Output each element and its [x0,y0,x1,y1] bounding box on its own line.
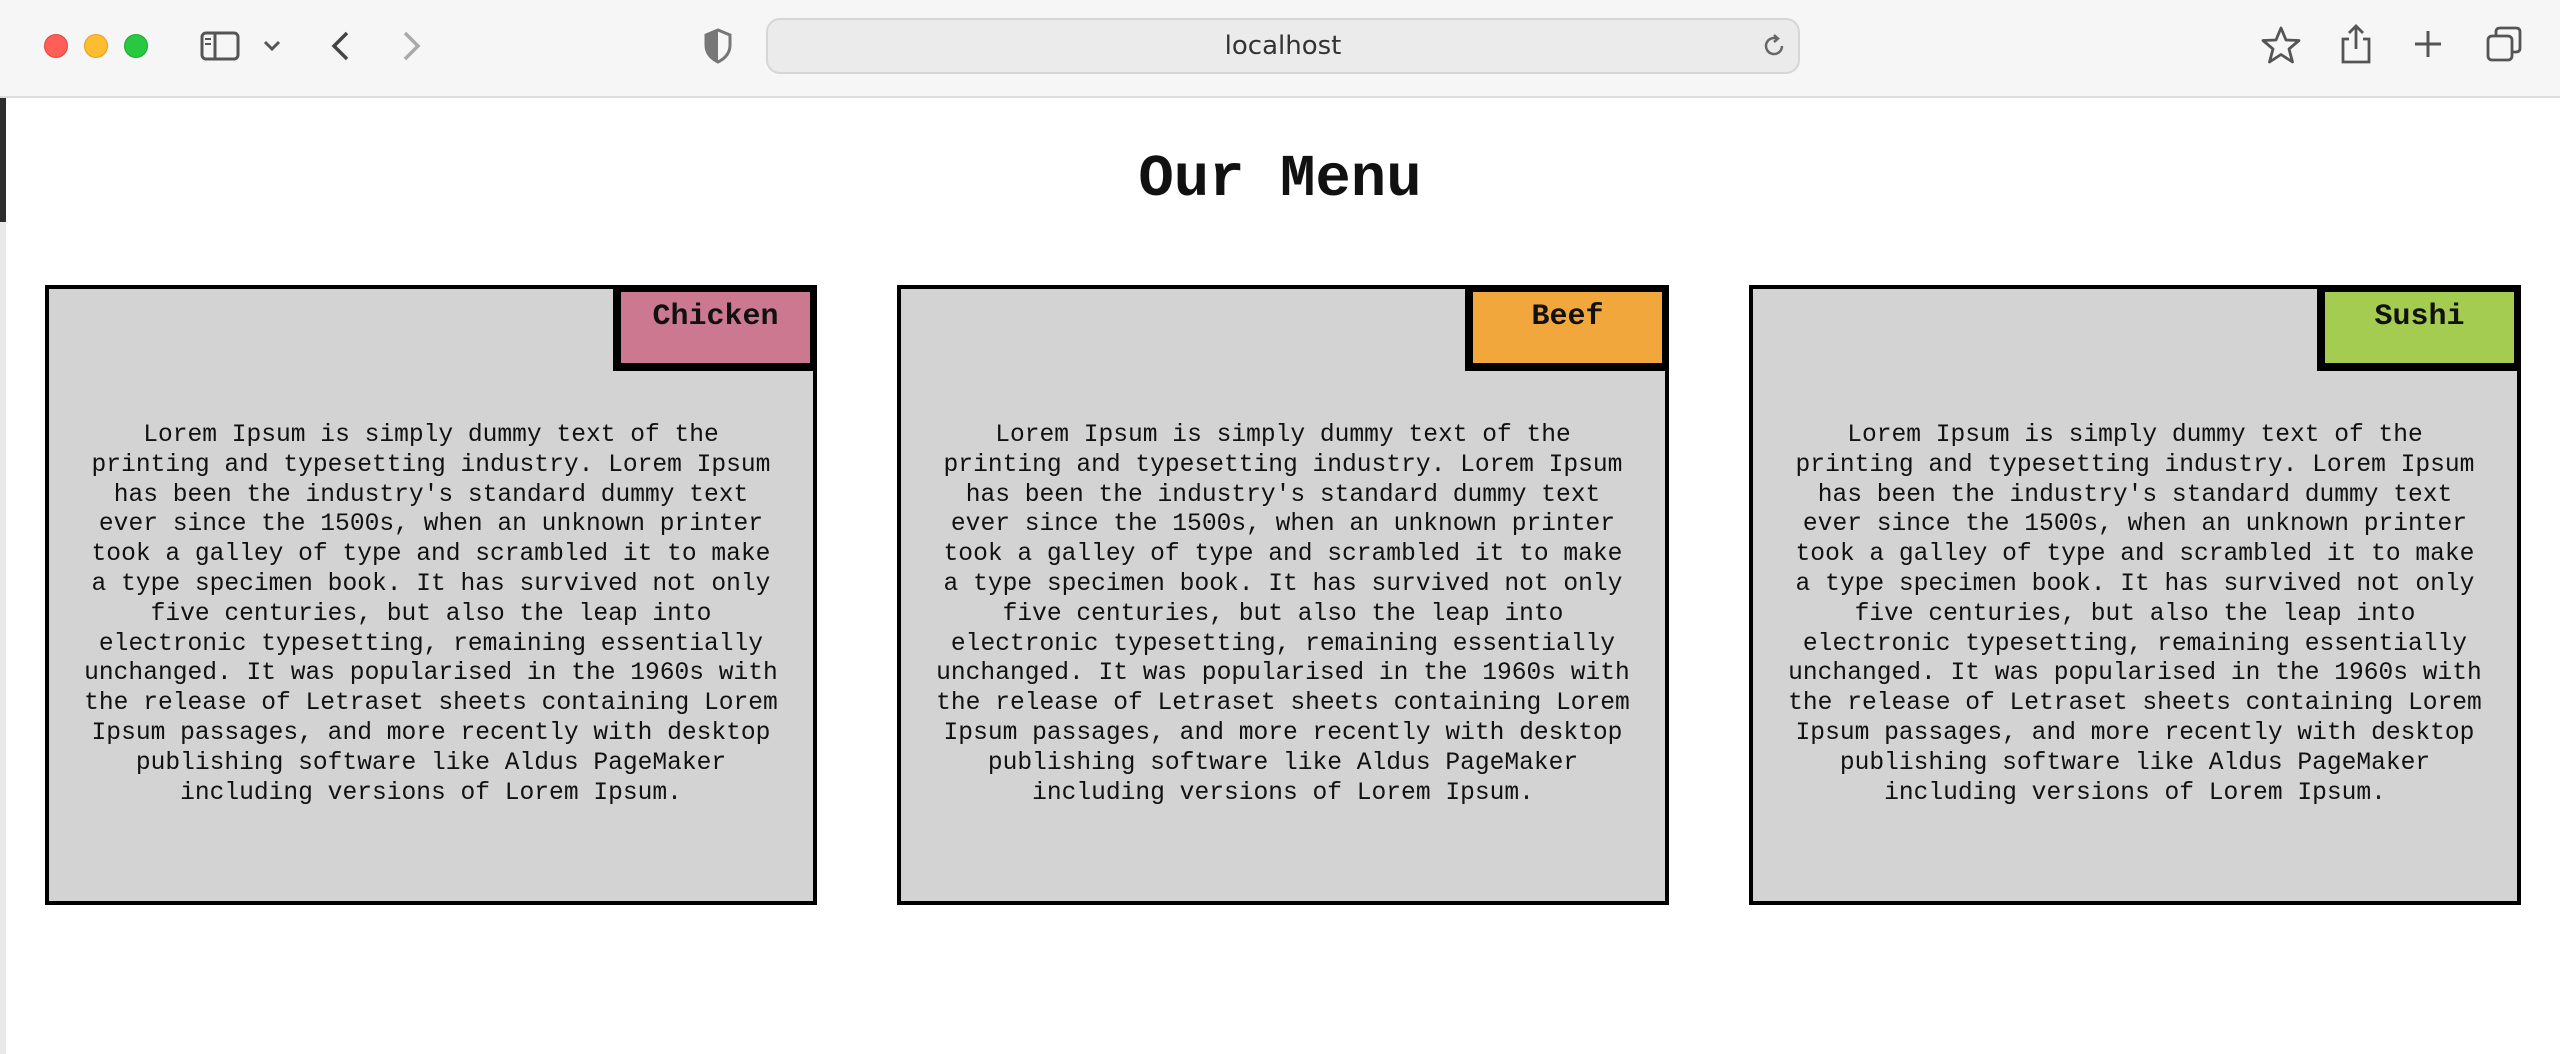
tabs-icon[interactable] [2484,24,2524,64]
page-content: Our Menu Chicken Lorem Ipsum is simply d… [0,98,2560,1054]
browser-toolbar: localhost [0,0,2560,98]
menu-card-chicken: Chicken Lorem Ipsum is simply dummy text… [45,285,817,905]
plus-icon[interactable] [2410,26,2446,62]
share-icon[interactable] [2336,22,2376,66]
minimize-window-button[interactable] [84,34,108,58]
card-tag-sushi: Sushi [2317,289,2517,371]
star-icon[interactable] [2260,24,2302,66]
address-bar[interactable]: localhost [766,18,1800,74]
reload-icon[interactable] [1760,32,1788,60]
chevron-down-icon[interactable] [260,36,284,56]
card-description: Lorem Ipsum is simply dummy text of the … [84,422,778,807]
menu-card-beef: Beef Lorem Ipsum is simply dummy text of… [897,285,1669,905]
card-description: Lorem Ipsum is simply dummy text of the … [936,422,1630,807]
card-tag-beef: Beef [1465,289,1665,371]
forward-icon[interactable] [398,28,426,64]
page-title: Our Menu [1138,146,1422,213]
card-tag-chicken: Chicken [613,289,813,371]
menu-card-sushi: Sushi Lorem Ipsum is simply dummy text o… [1749,285,2521,905]
address-text: localhost [1224,31,1342,61]
zoom-window-button[interactable] [124,34,148,58]
close-window-button[interactable] [44,34,68,58]
card-description: Lorem Ipsum is simply dummy text of the … [1788,422,2482,807]
sidebar-icon[interactable] [198,28,242,64]
back-icon[interactable] [326,28,354,64]
shield-icon[interactable] [702,26,734,66]
